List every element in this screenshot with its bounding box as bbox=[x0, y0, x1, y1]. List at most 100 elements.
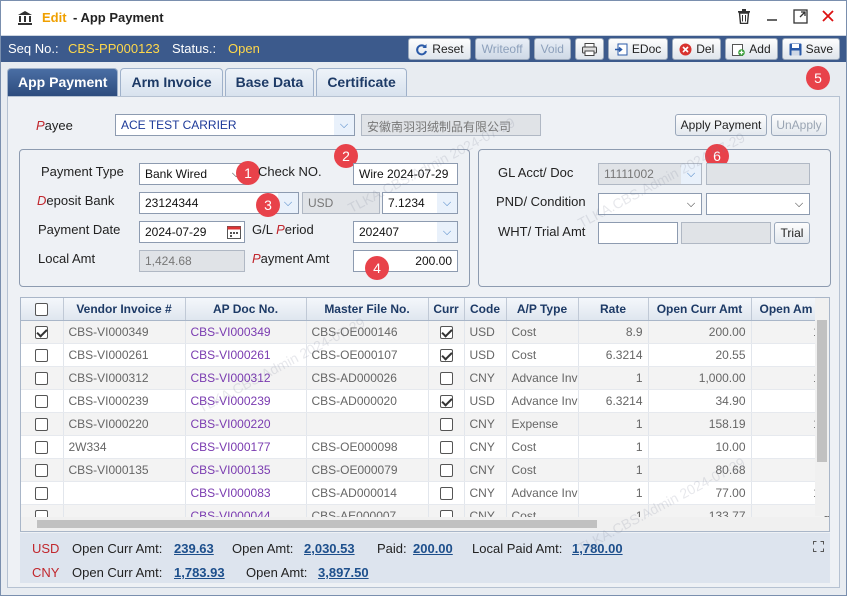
maximize-icon[interactable] bbox=[792, 9, 808, 25]
rate-select[interactable]: 7.1234 ⌵ bbox=[382, 192, 458, 214]
add-button[interactable]: Add bbox=[725, 38, 778, 60]
close-icon[interactable] bbox=[820, 9, 836, 25]
save-button[interactable]: Save bbox=[781, 38, 840, 60]
master-file-cell: CBS-OE000079 bbox=[306, 458, 429, 482]
local-amt-field: 1,424.68 bbox=[139, 250, 245, 272]
grid-horizontal-scrollbar[interactable] bbox=[21, 517, 829, 531]
usd-open-amt-label: Open Amt: bbox=[232, 541, 294, 556]
row-select-checkbox[interactable] bbox=[21, 366, 64, 390]
table-row[interactable]: CBS-VI000349 CBS-VI000349 CBS-OE000146 USD C… bbox=[21, 320, 829, 344]
row-select-checkbox[interactable] bbox=[21, 458, 64, 482]
void-button[interactable]: Void bbox=[533, 38, 571, 60]
print-button[interactable] bbox=[574, 38, 604, 60]
ap-doc-link[interactable]: CBS-VI000261 bbox=[185, 343, 307, 367]
col-code[interactable]: Code bbox=[464, 298, 507, 321]
col-ap-doc-no[interactable]: AP Doc No. bbox=[185, 298, 307, 321]
curr-checkbox[interactable] bbox=[428, 389, 465, 413]
payment-date-input[interactable]: 2024-07-29 bbox=[139, 221, 245, 243]
ap-doc-link[interactable]: CBS-VI000135 bbox=[185, 458, 307, 482]
ap-doc-link[interactable]: CBS-VI000083 bbox=[185, 481, 307, 505]
tab-app-payment[interactable]: App Payment bbox=[7, 68, 119, 96]
row-select-checkbox[interactable] bbox=[21, 320, 64, 344]
ap-doc-link[interactable]: CBS-VI000239 bbox=[185, 389, 307, 413]
usd-open-amt-value[interactable]: 2,030.53 bbox=[304, 541, 355, 556]
unapply-button[interactable]: UnApply bbox=[771, 114, 827, 136]
row-select-checkbox[interactable] bbox=[21, 389, 64, 413]
col-rate[interactable]: Rate bbox=[578, 298, 649, 321]
curr-checkbox[interactable] bbox=[428, 343, 465, 367]
select-all-checkbox[interactable] bbox=[21, 298, 64, 321]
gl-period-select[interactable]: 202407 ⌵ bbox=[353, 221, 458, 243]
table-row[interactable]: CBS-VI000135 CBS-VI000135 CBS-OE000079 CNY C… bbox=[21, 458, 829, 482]
row-select-checkbox[interactable] bbox=[21, 412, 64, 436]
gl-acct-select[interactable]: 11111002 ⌵ bbox=[598, 163, 702, 185]
master-file-cell: CBS-OE000098 bbox=[306, 435, 429, 459]
curr-checkbox[interactable] bbox=[428, 412, 465, 436]
rate-cell: 1 bbox=[578, 458, 649, 482]
master-file-cell: CBS-AD000014 bbox=[306, 481, 429, 505]
tab-base-data[interactable]: Base Data bbox=[224, 68, 315, 96]
row-select-checkbox[interactable] bbox=[21, 343, 64, 367]
rate-cell: 6.3214 bbox=[578, 343, 649, 367]
check-no-input[interactable]: Wire 2024-07-29 bbox=[353, 163, 458, 185]
curr-checkbox[interactable] bbox=[428, 481, 465, 505]
usd-open-curr-label: Open Curr Amt: bbox=[72, 541, 163, 556]
condition-select[interactable]: ⌵ bbox=[706, 193, 810, 215]
col-master-file-no[interactable]: Master File No. bbox=[306, 298, 429, 321]
writeoff-button[interactable]: Writeoff bbox=[474, 38, 530, 60]
payment-type-label: Payment Type bbox=[41, 164, 124, 179]
table-row[interactable]: CBS-VI000083 CBS-AD000014 CNY Advance Inv 1 7… bbox=[21, 481, 829, 505]
col-open-curr-amt[interactable]: Open Curr Amt bbox=[648, 298, 752, 321]
curr-checkbox[interactable] bbox=[428, 458, 465, 482]
cny-open-curr-value[interactable]: 1,783.93 bbox=[174, 565, 225, 580]
table-row[interactable]: CBS-VI000220 CBS-VI000220 CNY Expense 1 158.1… bbox=[21, 412, 829, 436]
usd-local-paid-value[interactable]: 1,780.00 bbox=[572, 541, 623, 556]
code-cell: USD bbox=[464, 320, 507, 344]
apply-payment-button[interactable]: Apply Payment bbox=[675, 114, 767, 136]
payee-select[interactable]: ACE TEST CARRIER ⌵ bbox=[115, 114, 355, 136]
reset-button[interactable]: Reset bbox=[408, 38, 471, 60]
master-file-cell bbox=[306, 412, 429, 436]
col-curr[interactable]: Curr bbox=[428, 298, 465, 321]
usd-paid-value[interactable]: 200.00 bbox=[413, 541, 453, 556]
delete-button[interactable]: Del bbox=[672, 38, 722, 60]
tab-certificate[interactable]: Certificate bbox=[316, 68, 407, 96]
ap-doc-link[interactable]: CBS-VI000220 bbox=[185, 412, 307, 436]
status-bar: Seq No.: CBS-PP000123 Status.: Open Rese… bbox=[1, 36, 846, 62]
tab-arm-invoice[interactable]: Arm Invoice bbox=[120, 68, 223, 96]
fullscreen-icon[interactable] bbox=[813, 541, 824, 552]
grid-header-row: Vendor Invoice # AP Doc No. Master File … bbox=[21, 298, 829, 321]
curr-checkbox[interactable] bbox=[428, 366, 465, 390]
curr-checkbox[interactable] bbox=[428, 435, 465, 459]
ap-doc-link[interactable]: CBS-VI000349 bbox=[185, 320, 307, 344]
usd-open-curr-value[interactable]: 239.63 bbox=[174, 541, 214, 556]
row-select-checkbox[interactable] bbox=[21, 481, 64, 505]
grid-vertical-scrollbar[interactable] bbox=[815, 298, 829, 516]
ap-doc-link[interactable]: CBS-VI000312 bbox=[185, 366, 307, 390]
table-row[interactable]: CBS-VI000261 CBS-VI000261 CBS-OE000107 USD C… bbox=[21, 343, 829, 367]
tab-strip: App Payment Arm Invoice Base Data Certif… bbox=[7, 68, 407, 96]
calendar-icon[interactable] bbox=[227, 225, 241, 239]
payment-date-label: Payment Date bbox=[38, 222, 121, 237]
edoc-button[interactable]: EDoc bbox=[607, 38, 669, 60]
trash-icon[interactable] bbox=[736, 9, 752, 25]
trial-button[interactable]: Trial bbox=[774, 222, 810, 244]
cny-open-amt-value[interactable]: 3,897.50 bbox=[318, 565, 369, 580]
wht-trial-label: WHT/ Trial Amt bbox=[498, 224, 586, 239]
ap-doc-link[interactable]: CBS-VI000177 bbox=[185, 435, 307, 459]
col-vendor-invoice[interactable]: Vendor Invoice # bbox=[63, 298, 186, 321]
pnd-select[interactable]: ⌵ bbox=[598, 193, 702, 215]
curr-checkbox[interactable] bbox=[428, 320, 465, 344]
wht-input[interactable] bbox=[598, 222, 678, 244]
invoice-grid: Vendor Invoice # AP Doc No. Master File … bbox=[20, 297, 830, 532]
minimize-icon[interactable] bbox=[764, 9, 780, 25]
rate-cell: 8.9 bbox=[578, 320, 649, 344]
col-ap-type[interactable]: A/P Type bbox=[506, 298, 579, 321]
payment-type-select[interactable]: Bank Wired⌵ bbox=[139, 163, 247, 185]
row-select-checkbox[interactable] bbox=[21, 435, 64, 459]
vendor-invoice-cell: CBS-VI000220 bbox=[63, 412, 186, 436]
annotation-badge-5: 5 bbox=[806, 66, 830, 90]
table-row[interactable]: 2W334 CBS-VI000177 CBS-OE000098 CNY Cost 1 10.… bbox=[21, 435, 829, 459]
table-row[interactable]: CBS-VI000312 CBS-VI000312 CBS-AD000026 CNY A… bbox=[21, 366, 829, 390]
table-row[interactable]: CBS-VI000239 CBS-VI000239 CBS-AD000020 USD A… bbox=[21, 389, 829, 413]
